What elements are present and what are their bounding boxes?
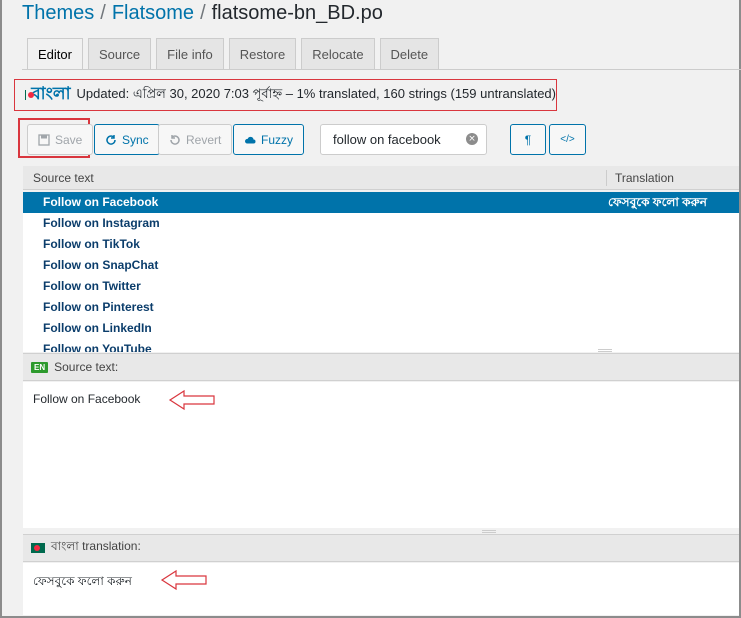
sync-label: Sync: [122, 132, 149, 147]
fuzzy-label: Fuzzy: [261, 132, 294, 147]
bangladesh-flag-icon: [31, 543, 45, 553]
revert-button[interactable]: Revert: [158, 124, 233, 155]
translation-pane-header: বাংলা translation:: [23, 534, 739, 562]
string-list: Follow on Facebook ফেসবুকে ফলো করুন Follo…: [23, 192, 739, 352]
row-source: Follow on Facebook: [43, 195, 159, 209]
row-source: Follow on YouTube: [43, 342, 152, 352]
page-title: flatsome-bn_BD.po: [211, 2, 383, 24]
search-input[interactable]: follow on facebook: [320, 124, 487, 155]
language-link[interactable]: বাংলা: [31, 81, 70, 109]
source-pane-header: EN Source text:: [23, 353, 739, 381]
tab-file-info[interactable]: File info: [156, 38, 224, 69]
tab-divider: [22, 69, 741, 70]
tab-delete[interactable]: Delete: [379, 38, 440, 69]
tab-bar: Editor Source File info Restore Relocate…: [27, 38, 440, 70]
source-text-pane: Follow on Facebook: [23, 382, 739, 528]
tab-relocate[interactable]: Relocate: [301, 38, 375, 69]
column-divider[interactable]: [606, 170, 607, 186]
clear-search-icon[interactable]: ×: [466, 133, 478, 145]
floppy-disk-icon: [38, 133, 50, 146]
translation-column-header[interactable]: Translation: [615, 171, 674, 185]
translation-text-pane[interactable]: ফেসবুকে ফলো করুন: [23, 563, 739, 615]
list-item[interactable]: Follow on SnapChat: [23, 255, 739, 276]
list-item[interactable]: Follow on Facebook ফেসবুকে ফলো করুন: [23, 192, 739, 213]
pilcrow-icon: ¶: [524, 132, 532, 147]
toggle-code-button[interactable]: </>: [549, 124, 586, 155]
list-item[interactable]: Follow on LinkedIn: [23, 318, 739, 339]
cloud-icon: [245, 136, 256, 143]
source-text: Follow on Facebook: [33, 392, 141, 406]
translation-pane-label: বাংলা translation:: [51, 539, 141, 553]
resize-handle[interactable]: [482, 530, 496, 533]
row-source: Follow on Pinterest: [43, 300, 154, 314]
status-banner: বাংলা Updated: এপ্রিল 30, 2020 7:03 পূর্…: [14, 79, 557, 111]
fuzzy-button[interactable]: Fuzzy: [233, 124, 305, 155]
breadcrumb-separator: /: [100, 2, 106, 24]
list-item[interactable]: Follow on YouTube: [23, 339, 739, 352]
breadcrumb-separator: /: [200, 2, 206, 24]
row-source: Follow on Instagram: [43, 216, 160, 230]
toggle-invisibles-button[interactable]: ¶: [510, 124, 546, 155]
sync-button[interactable]: Sync: [94, 124, 160, 155]
status-info: Updated: এপ্রিল 30, 2020 7:03 পূর্বাহ্ন …: [76, 85, 557, 101]
resize-handle[interactable]: [598, 349, 612, 352]
save-button[interactable]: Save: [27, 124, 94, 155]
row-source: Follow on Twitter: [43, 279, 141, 293]
save-label: Save: [55, 132, 83, 147]
breadcrumb: Themes / Flatsome / flatsome-bn_BD.po: [22, 2, 383, 25]
source-pane-label: Source text:: [54, 360, 119, 374]
arrow-annotation-icon: [160, 569, 207, 591]
row-source: Follow on SnapChat: [43, 258, 159, 272]
list-item[interactable]: Follow on Twitter: [23, 276, 739, 297]
arrow-annotation-icon: [168, 389, 215, 411]
tab-restore[interactable]: Restore: [228, 38, 297, 69]
row-source: Follow on TikTok: [43, 237, 140, 251]
row-source: Follow on LinkedIn: [43, 321, 152, 335]
row-translation: ফেসবুকে ফলো করুন: [608, 195, 707, 209]
list-item[interactable]: Follow on TikTok: [23, 234, 739, 255]
breadcrumb-flatsome[interactable]: Flatsome: [112, 2, 194, 24]
tab-source[interactable]: Source: [87, 38, 152, 69]
tab-editor[interactable]: Editor: [27, 38, 83, 70]
code-icon: </>: [560, 134, 575, 145]
sync-icon: [106, 134, 116, 145]
list-item[interactable]: Follow on Instagram: [23, 213, 739, 234]
list-header: Source text Translation: [23, 166, 739, 190]
list-item[interactable]: Follow on Pinterest: [23, 297, 739, 318]
translation-text: ফেসবুকে ফলো করুন: [33, 574, 132, 588]
source-column-header[interactable]: Source text: [33, 171, 94, 185]
revert-label: Revert: [186, 132, 222, 147]
revert-icon: [170, 134, 180, 145]
breadcrumb-themes[interactable]: Themes: [22, 2, 94, 24]
en-badge: EN: [31, 361, 49, 373]
